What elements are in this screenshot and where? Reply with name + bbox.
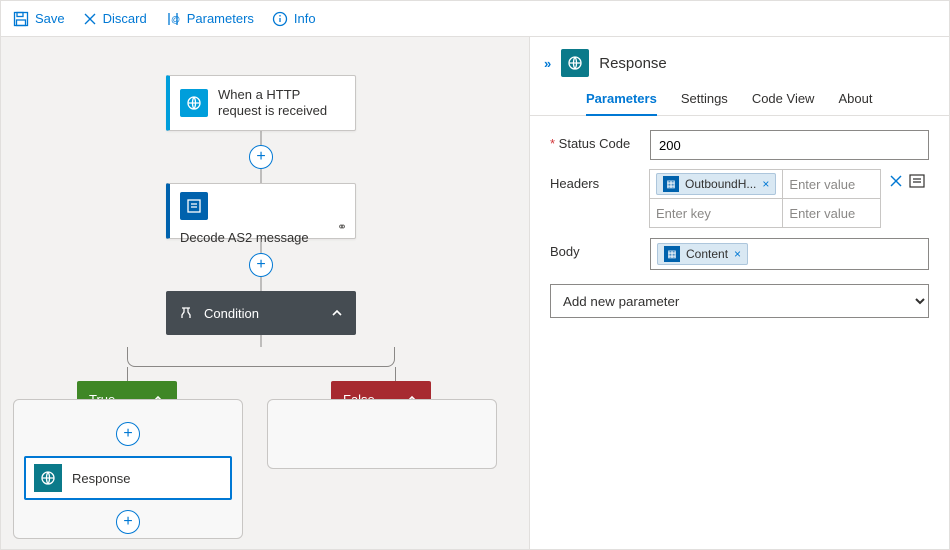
close-icon xyxy=(83,12,97,26)
tab-about[interactable]: About xyxy=(838,91,872,115)
response-node[interactable]: Response xyxy=(24,456,232,500)
tab-settings[interactable]: Settings xyxy=(681,91,728,115)
response-icon xyxy=(34,464,62,492)
add-step-button[interactable]: + xyxy=(249,253,273,277)
trigger-node[interactable]: When a HTTP request is received xyxy=(166,75,356,131)
parameters-icon: @ xyxy=(165,11,181,27)
headers-switch-mode-button[interactable] xyxy=(909,174,925,188)
parameters-button[interactable]: @ Parameters xyxy=(165,11,254,27)
tab-code-view[interactable]: Code View xyxy=(752,91,815,115)
headers-grid: ▦ OutboundH... × Enter value Enter key E… xyxy=(650,170,881,228)
response-label: Response xyxy=(72,471,131,486)
branch-connector xyxy=(127,347,395,367)
add-parameter-select[interactable]: Add new parameter xyxy=(550,284,929,318)
header-value-cell[interactable]: Enter value xyxy=(782,198,881,228)
svg-text:@: @ xyxy=(171,14,180,24)
save-button[interactable]: Save xyxy=(13,11,65,27)
decode-as2-node[interactable]: Decode AS2 message ⚭ xyxy=(166,183,356,239)
connector xyxy=(261,169,262,183)
headers-remove-button[interactable] xyxy=(889,174,903,188)
save-label: Save xyxy=(35,11,65,26)
header-key-cell[interactable]: Enter key xyxy=(649,198,783,228)
decode-label: Decode AS2 message xyxy=(180,230,309,246)
discard-button[interactable]: Discard xyxy=(83,11,147,26)
connector xyxy=(261,239,262,253)
false-branch-container xyxy=(267,399,497,469)
tab-parameters[interactable]: Parameters xyxy=(586,91,657,116)
designer-canvas[interactable]: When a HTTP request is received + Decode… xyxy=(1,37,529,549)
parameters-label: Parameters xyxy=(187,11,254,26)
trigger-label: When a HTTP request is received xyxy=(218,87,345,120)
toolbar: Save Discard @ Parameters Info xyxy=(1,1,949,37)
response-icon xyxy=(561,49,589,77)
token-label: Content xyxy=(686,247,728,261)
status-code-input[interactable] xyxy=(650,130,929,160)
connector xyxy=(261,131,262,145)
true-branch-container: + Response + xyxy=(13,399,243,539)
connector xyxy=(127,367,128,381)
condition-node[interactable]: Condition xyxy=(166,291,356,335)
header-key-token[interactable]: ▦ OutboundH... × xyxy=(656,173,776,195)
details-panel: » Response Parameters Settings Code View… xyxy=(529,37,949,549)
add-step-button[interactable]: + xyxy=(116,510,140,534)
decode-icon xyxy=(180,192,208,220)
body-token[interactable]: ▦ Content × xyxy=(657,243,748,265)
body-label: Body xyxy=(550,238,642,259)
token-remove-icon[interactable]: × xyxy=(762,177,769,191)
panel-title: Response xyxy=(599,55,667,72)
text-mode-icon xyxy=(909,174,925,188)
info-label: Info xyxy=(294,11,316,26)
discard-label: Discard xyxy=(103,11,147,26)
chevron-up-icon xyxy=(330,306,344,320)
collapse-panel-button[interactable]: » xyxy=(544,56,551,71)
token-source-icon: ▦ xyxy=(663,176,679,192)
add-step-button[interactable]: + xyxy=(249,145,273,169)
condition-label: Condition xyxy=(204,306,259,321)
info-icon xyxy=(272,11,288,27)
body-input[interactable]: ▦ Content × xyxy=(650,238,929,270)
headers-label: Headers xyxy=(550,170,642,191)
link-icon: ⚭ xyxy=(337,220,347,234)
info-button[interactable]: Info xyxy=(272,11,316,27)
condition-icon xyxy=(178,305,194,321)
save-icon xyxy=(13,11,29,27)
token-remove-icon[interactable]: × xyxy=(734,247,741,261)
close-icon xyxy=(889,174,903,188)
token-label: OutboundH... xyxy=(685,177,756,191)
connector xyxy=(395,367,396,381)
connector xyxy=(261,335,262,347)
token-source-icon: ▦ xyxy=(664,246,680,262)
panel-tabs: Parameters Settings Code View About xyxy=(530,81,949,116)
add-step-button[interactable]: + xyxy=(116,422,140,446)
header-key-cell[interactable]: ▦ OutboundH... × xyxy=(649,169,783,199)
status-code-label: Status Code xyxy=(550,130,642,151)
header-value-cell[interactable]: Enter value xyxy=(782,169,881,199)
http-request-icon xyxy=(180,89,208,117)
connector xyxy=(261,277,262,291)
